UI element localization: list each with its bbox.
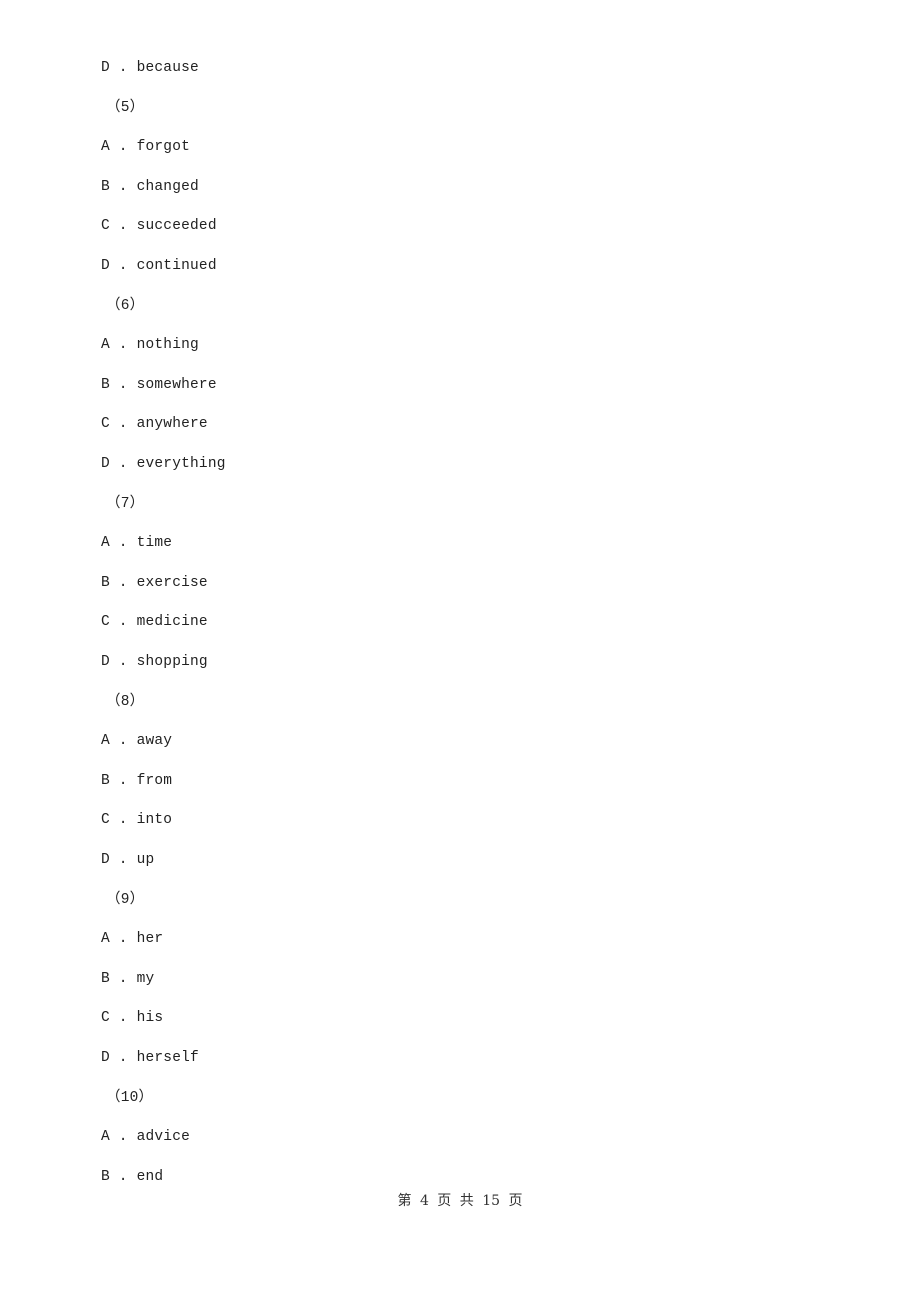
answer-option: A . time [101,535,173,552]
answer-option: A . her [101,931,164,948]
answer-option: C . anywhere [101,416,208,433]
question-number: （5） [106,99,145,116]
answer-option: A . forgot [101,139,191,156]
answer-option: B . from [101,772,173,789]
answer-option: D . up [101,852,155,868]
question-number: （7） [106,495,145,512]
question-number: （10） [106,1089,154,1106]
answer-option: B . somewhere [101,376,217,393]
page-footer: 第 4 页 共 15 页 [397,1193,523,1209]
answer-option: B . end [101,1168,164,1185]
answer-option: D . herself [101,1050,199,1066]
question-number: （9） [106,891,145,908]
answer-option: C . his [101,1010,164,1027]
answer-option: A . nothing [101,337,199,354]
question-number: （6） [106,297,145,314]
answer-option: A . away [101,733,173,750]
answer-option: B . my [101,970,155,987]
answer-option: B . changed [101,178,199,195]
answer-option: D . shopping [101,654,208,670]
answer-option: B . exercise [101,574,208,591]
question-number: （8） [106,693,145,710]
answer-option: D . because [101,60,199,76]
answer-option: D . continued [101,258,217,274]
answer-option: C . succeeded [101,218,217,235]
answer-option: A . advice [101,1129,191,1146]
answer-option: C . into [101,812,173,829]
answer-option: C . medicine [101,614,208,631]
answer-option: D . everything [101,456,226,472]
